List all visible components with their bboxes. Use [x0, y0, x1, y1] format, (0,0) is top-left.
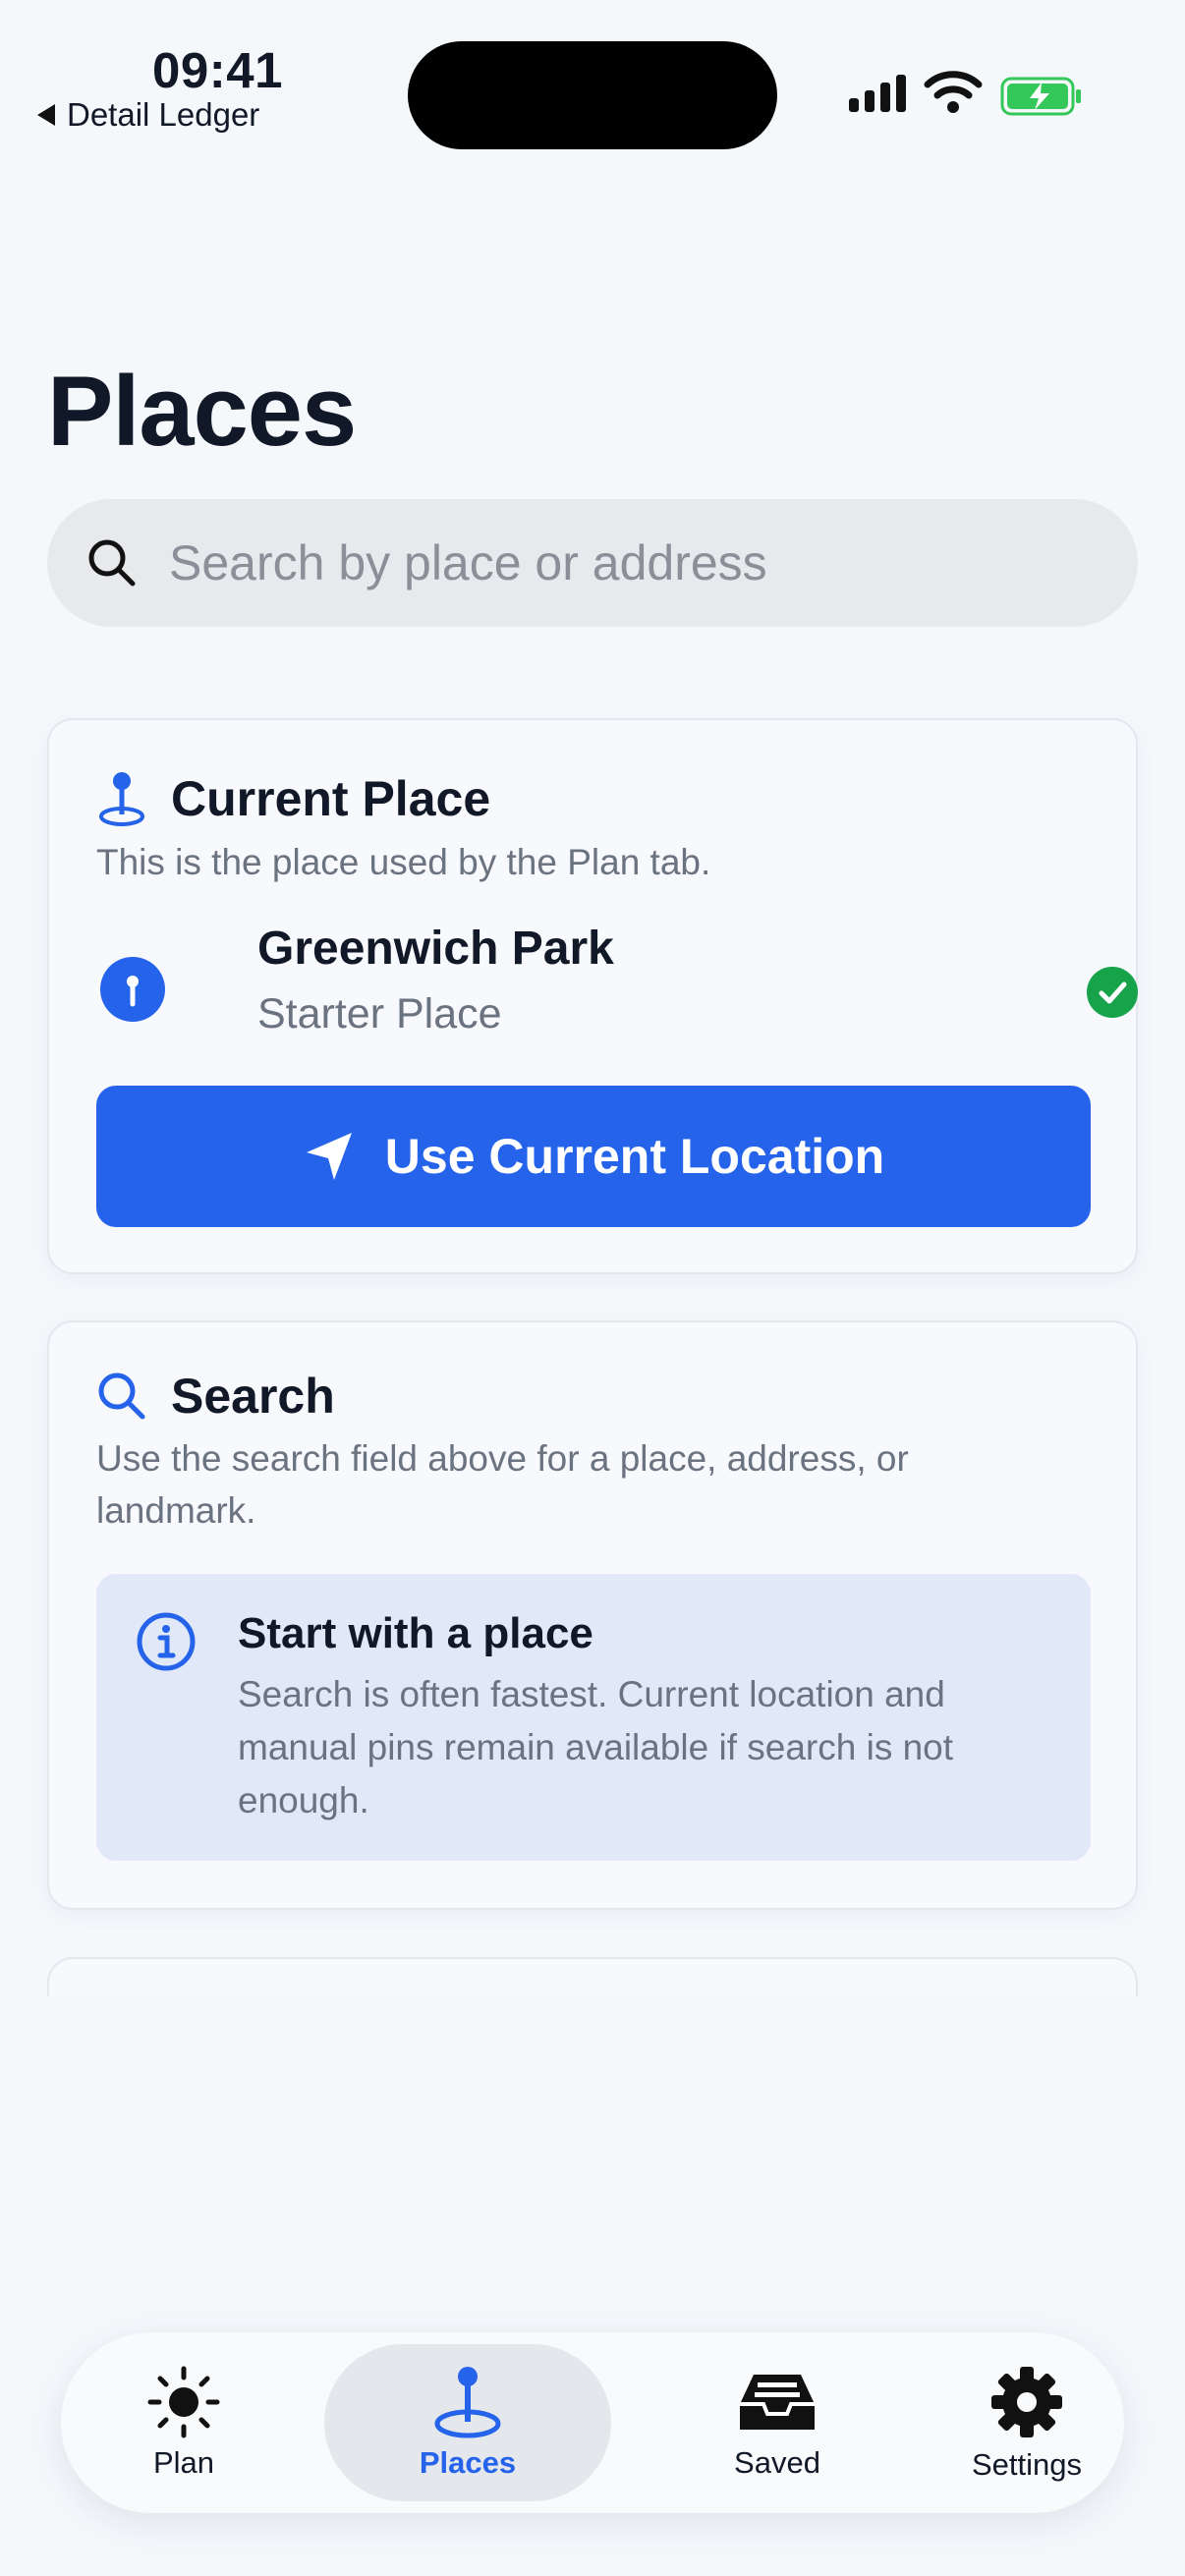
tab-plan-label: Plan [152, 2445, 215, 2480]
tab-places-label: Places [419, 2445, 517, 2480]
info-title: Start with a place [238, 1609, 593, 1657]
page-title: Places [47, 357, 357, 467]
search-icon [98, 1372, 145, 1420]
use-current-location-button[interactable]: Use Current Location [96, 1086, 1091, 1227]
current-place-description: This is the place used by the Plan tab. [96, 842, 711, 882]
tab-bar: Plan Places Saved Settings [61, 2332, 1124, 2513]
dynamic-island [408, 41, 777, 149]
selected-place-row[interactable]: Greenwich Park Starter Place [100, 922, 1138, 1049]
map-pin-icon [434, 2367, 501, 2438]
tab-saved-label: Saved [734, 2445, 820, 2480]
info-text: Search is often fastest. Current locatio… [238, 1674, 954, 1820]
tab-settings-label: Settings [971, 2447, 1082, 2482]
search-card-header: Search [96, 1368, 335, 1425]
back-label: Detail Ledger [67, 96, 260, 133]
current-place-title: Current Place [171, 771, 491, 826]
current-place-header: Current Place [96, 769, 490, 828]
tab-settings[interactable]: Settings [904, 2332, 1150, 2513]
current-place-card: Current Place This is the place used by … [47, 718, 1138, 1274]
search-bar[interactable] [47, 499, 1138, 627]
info-callout: Start with a place Search is often faste… [96, 1574, 1091, 1861]
sun-icon [147, 2366, 220, 2438]
tab-saved[interactable]: Saved [654, 2332, 900, 2513]
use-current-location-label: Use Current Location [384, 1129, 885, 1184]
search-card-title: Search [171, 1369, 335, 1424]
map-pin-icon [99, 772, 144, 826]
place-pin-icon [100, 957, 165, 1022]
location-arrow-icon [306, 1133, 352, 1180]
wifi-icon [924, 71, 983, 113]
place-subtitle: Starter Place [257, 990, 502, 1037]
back-triangle-icon [37, 104, 55, 126]
tab-plan[interactable]: Plan [61, 2332, 307, 2513]
status-time: 09:41 [152, 42, 283, 98]
battery-charging-icon [1000, 77, 1081, 116]
next-card-partial [47, 1957, 1138, 1996]
gear-icon [991, 2367, 1062, 2437]
tab-places[interactable]: Places [324, 2344, 611, 2501]
info-icon [137, 1612, 196, 1671]
search-card: Search Use the search field above for a … [47, 1320, 1138, 1910]
cellular-signal-icon [849, 75, 906, 112]
place-name: Greenwich Park [257, 923, 614, 975]
search-input[interactable] [167, 533, 1055, 592]
checkmark-icon [1087, 967, 1138, 1018]
search-icon [88, 539, 136, 587]
inbox-tray-icon [740, 2375, 815, 2430]
search-card-description: Use the search field above for a place, … [96, 1438, 909, 1531]
back-to-app-link[interactable]: Detail Ledger [37, 96, 259, 134]
